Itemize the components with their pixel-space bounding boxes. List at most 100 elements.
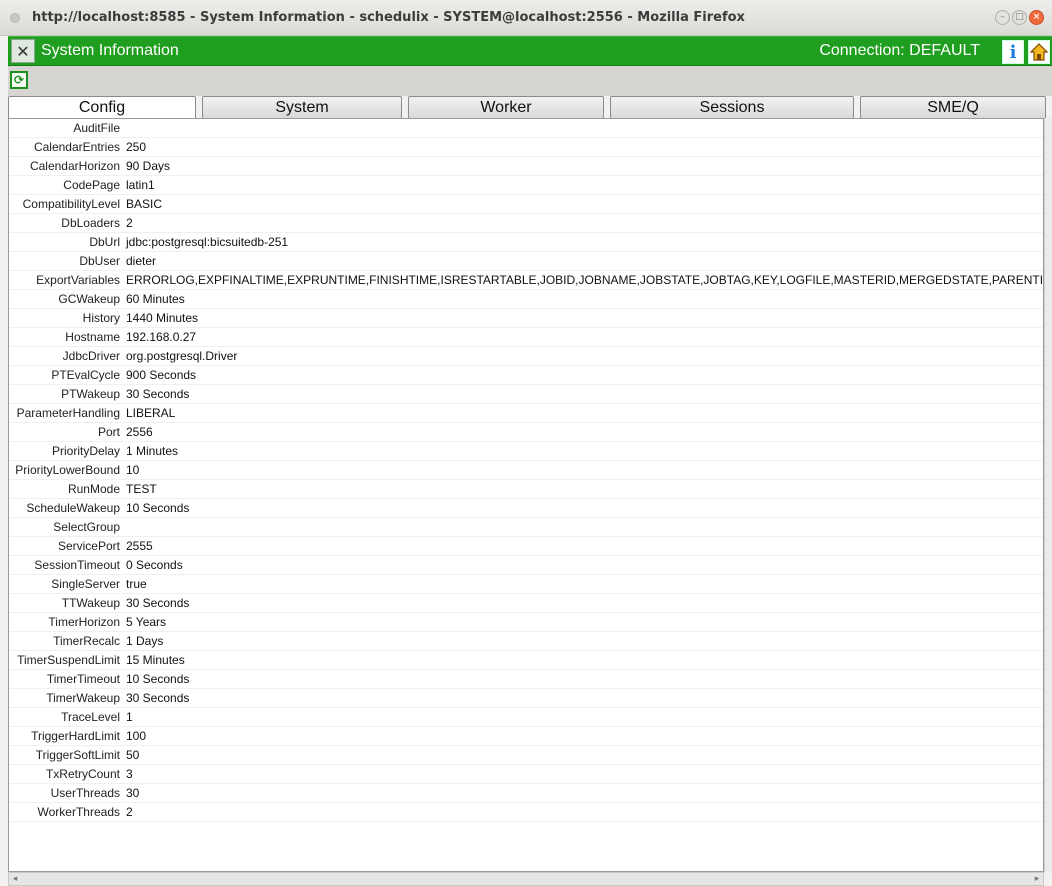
config-key: ParameterHandling: [16, 406, 120, 420]
tab-bar: Config System Worker Sessions SME/Q: [8, 96, 1052, 118]
config-key: TxRetryCount: [45, 767, 120, 781]
table-row: TimerSuspendLimit 15 Minutes: [9, 651, 1043, 670]
close-button[interactable]: ×: [1029, 10, 1044, 25]
config-key: ScheduleWakeup: [26, 501, 120, 515]
app-header: ✕ System Information Connection: DEFAULT…: [8, 36, 1052, 66]
config-value: 10 Seconds: [126, 501, 190, 515]
config-key: SingleServer: [51, 577, 120, 591]
config-key: TTWakeup: [61, 596, 120, 610]
tab-config[interactable]: Config: [8, 96, 196, 118]
table-row: JdbcDriver org.postgresql.Driver: [9, 347, 1043, 366]
tab-worker[interactable]: Worker: [408, 96, 604, 118]
config-value: LIBERAL: [126, 406, 176, 420]
vertical-scrollbar[interactable]: [1044, 118, 1052, 872]
config-value: [124, 520, 1043, 534]
config-value: TEST: [126, 482, 157, 496]
config-value: 0 Seconds: [126, 558, 183, 572]
config-value: 5 Years: [126, 615, 167, 629]
scroll-left-icon[interactable]: ◂: [9, 873, 21, 885]
info-icon[interactable]: i: [1002, 40, 1024, 64]
config-value: [124, 121, 1043, 135]
config-key: DbLoaders: [61, 216, 120, 230]
table-row: CodePage latin1: [9, 176, 1043, 195]
config-key: TimerSuspendLimit: [17, 653, 120, 667]
config-value: 30 Seconds: [126, 596, 190, 610]
tab-sme-q[interactable]: SME/Q: [860, 96, 1046, 118]
home-icon[interactable]: [1028, 40, 1050, 64]
scroll-right-icon[interactable]: ▸: [1031, 873, 1043, 885]
config-key: TraceLevel: [61, 710, 120, 724]
table-row: AuditFile: [9, 119, 1043, 138]
table-row: TriggerHardLimit 100: [9, 727, 1043, 746]
config-key: SessionTimeout: [34, 558, 120, 572]
config-key: TriggerHardLimit: [31, 729, 120, 743]
config-value: true: [126, 577, 147, 591]
config-value: 50: [126, 748, 140, 762]
table-row: PriorityDelay 1 Minutes: [9, 442, 1043, 461]
refresh-icon[interactable]: ⟳: [10, 71, 28, 89]
window-title: http://localhost:8585 - System Informati…: [32, 10, 745, 25]
config-value: 30 Seconds: [126, 387, 190, 401]
config-key: TimerHorizon: [48, 615, 120, 629]
table-row: TimerHorizon 5 Years: [9, 613, 1043, 632]
config-value: 10: [126, 463, 140, 477]
config-key: PriorityDelay: [51, 444, 120, 458]
config-key: TriggerSoftLimit: [35, 748, 120, 762]
config-key: CodePage: [63, 178, 120, 192]
config-value: org.postgresql.Driver: [126, 349, 238, 363]
config-key: AuditFile: [73, 121, 120, 135]
config-value: ERRORLOG,EXPFINALTIME,EXPRUNTIME,FINISHT…: [126, 273, 1044, 287]
table-row: TTWakeup 30 Seconds: [9, 594, 1043, 613]
table-row: CalendarHorizon 90 Days: [9, 157, 1043, 176]
table-row: TimerTimeout 10 Seconds: [9, 670, 1043, 689]
config-value: dieter: [126, 254, 157, 268]
config-key: PriorityLowerBound: [15, 463, 120, 477]
config-key: TimerWakeup: [46, 691, 120, 705]
config-key: SelectGroup: [53, 520, 120, 534]
config-value: 250: [126, 140, 147, 154]
window-titlebar: http://localhost:8585 - System Informati…: [0, 0, 1052, 36]
table-row: TxRetryCount 3: [9, 765, 1043, 784]
config-key: DbUser: [79, 254, 120, 268]
config-value: 100: [126, 729, 147, 743]
window-controls: – □ ×: [995, 10, 1044, 25]
config-key: CompatibilityLevel: [22, 197, 120, 211]
config-value: 1 Minutes: [126, 444, 179, 458]
config-key: Hostname: [65, 330, 120, 344]
table-row: ParameterHandling LIBERAL: [9, 404, 1043, 423]
config-key: History: [82, 311, 120, 325]
config-key: GCWakeup: [58, 292, 120, 306]
config-value: latin1: [126, 178, 155, 192]
table-row: TriggerSoftLimit 50: [9, 746, 1043, 765]
table-row: RunMode TEST: [9, 480, 1043, 499]
table-row: UserThreads 30: [9, 784, 1043, 803]
window-status-dot: [10, 12, 20, 23]
minimize-button[interactable]: –: [995, 10, 1010, 25]
config-key: DbUrl: [89, 235, 120, 249]
table-row: Hostname 192.168.0.27: [9, 328, 1043, 347]
tab-sessions[interactable]: Sessions: [610, 96, 854, 118]
config-key: ServicePort: [57, 539, 120, 553]
config-key: CalendarEntries: [33, 140, 120, 154]
table-row: PTWakeup 30 Seconds: [9, 385, 1043, 404]
table-row: PriorityLowerBound 10: [9, 461, 1043, 480]
config-key: CalendarHorizon: [29, 159, 120, 173]
table-row: History 1440 Minutes: [9, 309, 1043, 328]
config-value: 900 Seconds: [126, 368, 197, 382]
table-row: DbLoaders 2: [9, 214, 1043, 233]
table-row: DbUrl jdbc:postgresql:bicsuitedb-251: [9, 233, 1043, 252]
table-row: WorkerThreads 2: [9, 803, 1043, 822]
table-row: ServicePort 2555: [9, 537, 1043, 556]
table-row: GCWakeup 60 Minutes: [9, 290, 1043, 309]
config-key: TimerTimeout: [46, 672, 120, 686]
config-key: JdbcDriver: [62, 349, 120, 363]
tab-system[interactable]: System: [202, 96, 402, 118]
table-row: TimerRecalc 1 Days: [9, 632, 1043, 651]
horizontal-scrollbar[interactable]: ◂ ▸: [8, 872, 1044, 886]
maximize-button[interactable]: □: [1012, 10, 1027, 25]
config-key: PTWakeup: [61, 387, 120, 401]
config-key: PTEvalCycle: [51, 368, 120, 382]
config-value: BASIC: [126, 197, 163, 211]
table-row: CalendarEntries 250: [9, 138, 1043, 157]
config-value: 2555: [126, 539, 153, 553]
